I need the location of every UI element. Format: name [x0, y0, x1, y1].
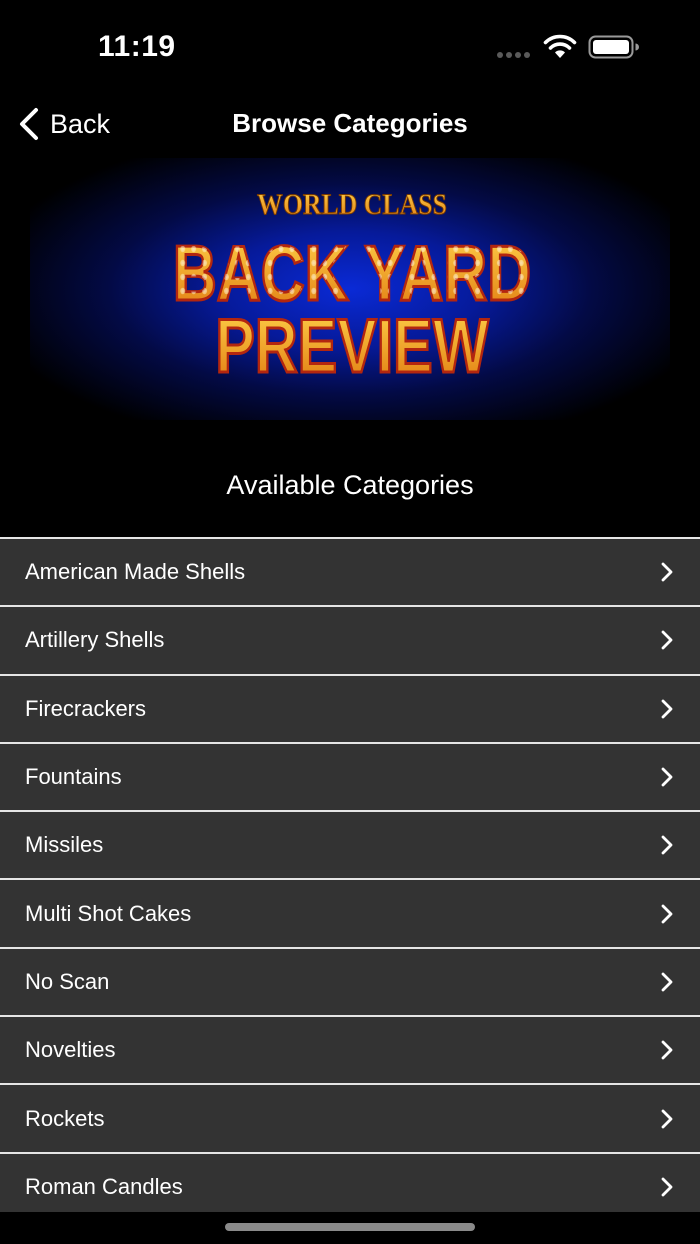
category-item-american-made-shells[interactable]: American Made Shells	[0, 537, 700, 606]
category-item-novelties[interactable]: Novelties	[0, 1015, 700, 1084]
battery-icon	[588, 35, 639, 59]
marquee-logo: WORLD CLASS BACK YARD BACK YARD PREVIEW	[172, 188, 533, 390]
chevron-right-icon	[661, 767, 673, 787]
category-label: Missiles	[25, 832, 104, 858]
chevron-right-icon	[661, 835, 673, 855]
chevron-right-icon	[661, 699, 673, 719]
category-item-missiles[interactable]: Missiles	[0, 810, 700, 879]
category-label: No Scan	[25, 968, 110, 994]
signal-dots-icon	[497, 52, 530, 58]
category-item-firecrackers[interactable]: Firecrackers	[0, 673, 700, 742]
category-item-rockets[interactable]: Rockets	[0, 1083, 700, 1152]
category-label: Novelties	[25, 1037, 116, 1063]
section-title: Available Categories	[226, 470, 474, 500]
chevron-right-icon	[661, 1177, 673, 1197]
category-label: American Made Shells	[25, 559, 246, 585]
category-list: American Made Shells Artillery Shells Fi…	[0, 537, 700, 1220]
category-item-artillery-shells[interactable]: Artillery Shells	[0, 605, 700, 674]
chevron-right-icon	[661, 1109, 673, 1128]
banner-line1: WORLD CLASS	[257, 188, 447, 221]
chevron-right-icon	[661, 562, 673, 582]
category-item-fountains[interactable]: Fountains	[0, 741, 700, 811]
status-bar: 11:19	[0, 0, 700, 96]
category-item-multi-shot-cakes[interactable]: Multi Shot Cakes	[0, 878, 700, 947]
category-label: Fountains	[25, 764, 122, 790]
category-item-no-scan[interactable]: No Scan	[0, 946, 700, 1016]
banner-line3: PREVIEW	[215, 304, 489, 389]
page-title: Browse Categories	[232, 108, 468, 138]
backyard-preview-banner: WORLD CLASS BACK YARD BACK YARD PREVIEW	[30, 158, 670, 420]
chevron-right-icon	[661, 631, 673, 650]
category-label: Rockets	[25, 1105, 105, 1131]
home-indicator[interactable]	[225, 1223, 475, 1231]
chevron-right-icon	[661, 904, 673, 924]
browse-categories-screen: 11:19 Back Browse Categories WORLD CLASS…	[0, 0, 700, 1244]
navigation-bar: Back Browse Categories	[0, 96, 700, 152]
category-label: Artillery Shells	[25, 627, 165, 653]
category-label: Firecrackers	[25, 695, 147, 721]
category-label: Multi Shot Cakes	[25, 900, 192, 926]
category-item-roman-candles[interactable]: Roman Candles	[0, 1151, 700, 1220]
category-label: Roman Candles	[25, 1173, 183, 1199]
wifi-icon	[543, 34, 577, 58]
status-time: 11:19	[98, 30, 176, 63]
chevron-right-icon	[661, 972, 673, 992]
chevron-right-icon	[661, 1040, 673, 1060]
